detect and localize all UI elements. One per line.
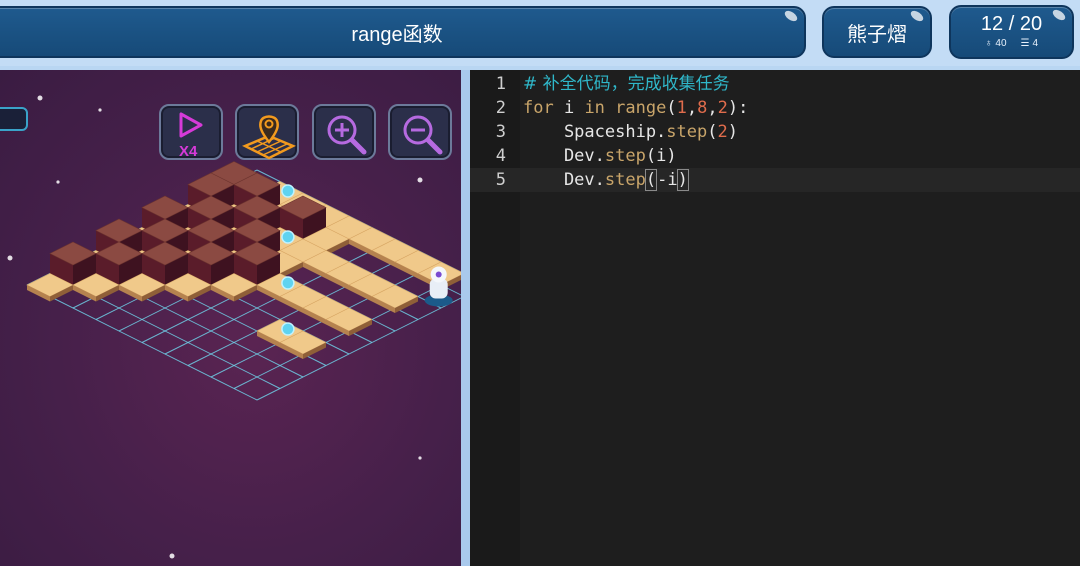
code-var: i	[553, 98, 585, 118]
list-icon: ☰	[1020, 38, 1030, 49]
zoom-out-button[interactable]	[388, 104, 452, 160]
user-name-button[interactable]: 熊子熠	[822, 6, 932, 58]
range-step: 2	[717, 98, 728, 118]
star	[7, 255, 13, 261]
code-paren: ):	[727, 98, 749, 118]
code-line-4[interactable]: 4 Dev.step(i)	[470, 144, 1080, 168]
level-stats: ♁ 40 ☰ 4	[985, 38, 1038, 49]
code-editor[interactable]: 1 # 补全代码，完成收集任务 2 for i in range(1,8,2):…	[470, 70, 1080, 566]
code-arg: 2	[717, 122, 728, 142]
code-line-1[interactable]: 1 # 补全代码，完成收集任务	[470, 72, 1080, 96]
code-arg: i	[656, 146, 667, 166]
game-canvas[interactable]: X4	[0, 70, 461, 566]
code-paren: (	[644, 169, 658, 191]
range-stop: 8	[697, 98, 708, 118]
level-counter: 12 / 20	[980, 13, 1043, 35]
star	[169, 553, 175, 559]
code-paren: (	[666, 98, 677, 118]
line-number: 4	[495, 146, 506, 166]
robot-eye	[435, 271, 442, 278]
rank-value: 40	[995, 38, 1007, 49]
map-view-button[interactable]	[235, 104, 299, 160]
lines-stat: ☰ 4	[1021, 38, 1039, 49]
play-speed-icon: X4	[179, 112, 203, 160]
code-comment: # 补全代码，完成收集任务	[523, 74, 730, 94]
zoom-out-icon	[403, 115, 443, 155]
line-number: 3	[495, 122, 506, 142]
star	[418, 456, 422, 460]
code-paren: (	[645, 146, 657, 166]
map-pin-icon	[241, 115, 297, 160]
function-step: step	[604, 146, 646, 166]
code-object: Dev.	[523, 146, 605, 166]
code-paren: )	[666, 146, 677, 166]
level-progress[interactable]: 12 / 20 ♁ 40 ☰ 4	[949, 5, 1074, 59]
star	[98, 108, 102, 112]
gem-icon	[281, 230, 295, 244]
star	[37, 95, 43, 101]
zoom-in-button[interactable]	[312, 104, 376, 160]
user-name-text: 熊子熠	[847, 23, 907, 46]
speed-x4-button[interactable]: X4	[159, 104, 223, 160]
function-range: range	[615, 98, 667, 118]
function-step: step	[604, 170, 646, 190]
code-object: Spaceship.	[523, 122, 667, 142]
keyword-for: for	[523, 98, 554, 118]
code-comma: ,	[707, 98, 718, 118]
lesson-title: range函数	[0, 6, 806, 58]
gem-icon	[281, 276, 295, 290]
code-line-3[interactable]: 3 Spaceship.step(2)	[470, 120, 1080, 144]
code-paren: )	[727, 122, 738, 142]
gem-icon	[281, 184, 295, 198]
code-comma: ,	[686, 98, 698, 118]
code-line-2[interactable]: 2 for i in range(1,8,2):	[470, 96, 1080, 120]
range-start: 1	[676, 98, 687, 118]
code-line-5[interactable]: 5 Dev.step(-i)	[470, 168, 1080, 192]
code-paren: )	[676, 169, 689, 191]
rank-stat: ♁ 40	[985, 38, 1007, 49]
keyword-in: in	[584, 98, 605, 118]
star	[417, 177, 423, 183]
rank-icon: ♁	[984, 38, 993, 49]
top-bar: range函数 熊子熠 12 / 20 ♁ 40 ☰ 4	[0, 0, 1080, 66]
panel-divider[interactable]	[461, 70, 470, 566]
star	[56, 180, 60, 184]
line-number: 5	[495, 170, 506, 190]
status-box[interactable]	[0, 107, 28, 131]
code-object: Dev.	[523, 170, 605, 190]
lines-value: 4	[1032, 38, 1039, 49]
code-arg: -i	[657, 170, 678, 190]
gem-icon	[281, 322, 295, 336]
zoom-in-icon	[327, 115, 367, 155]
speed-label: X4	[179, 143, 198, 160]
lesson-title-text: range函数	[351, 23, 443, 46]
function-step: step	[666, 122, 708, 142]
line-number: 2	[495, 98, 506, 118]
code-paren: (	[707, 122, 718, 142]
line-number: 1	[495, 74, 506, 94]
